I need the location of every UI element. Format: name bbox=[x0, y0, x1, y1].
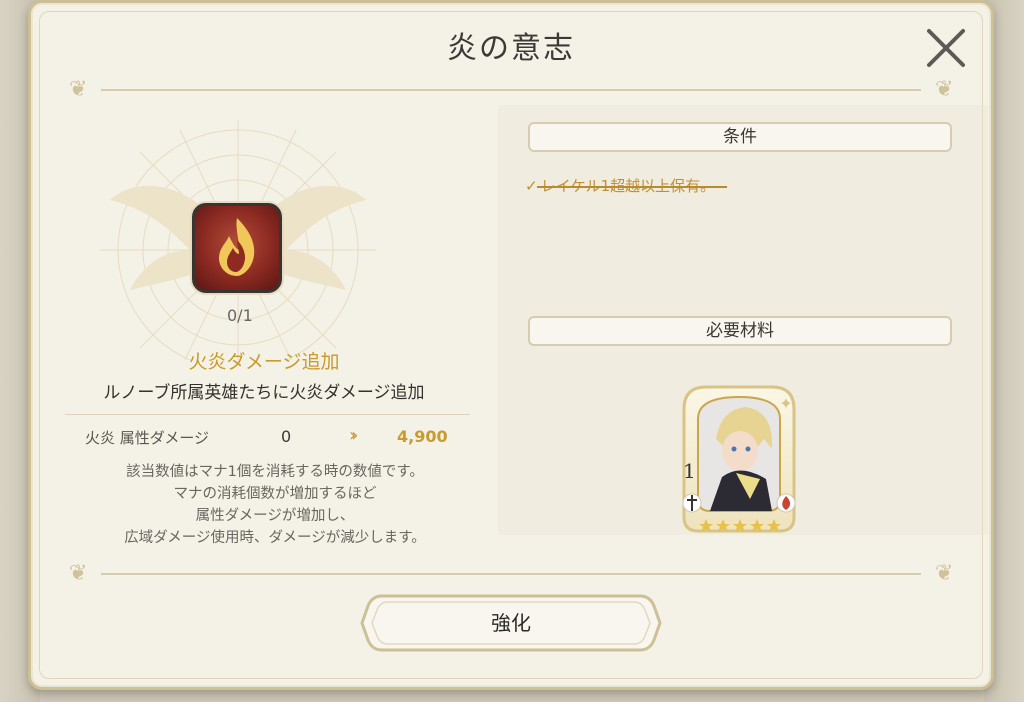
flame-graphic bbox=[219, 218, 255, 276]
top-divider bbox=[101, 89, 921, 91]
stat-current-value: 0 bbox=[281, 427, 292, 446]
skill-level-count: 0/1 bbox=[227, 306, 253, 325]
conditions-header: 条件 bbox=[528, 122, 952, 152]
enhance-button[interactable]: 強化 bbox=[360, 594, 662, 652]
condition-item: ✓ レイケル1超越以上保有。 bbox=[525, 175, 715, 196]
dialog-title: 炎の意志 bbox=[447, 31, 575, 66]
hero-portrait-icon: ✦ bbox=[682, 385, 796, 533]
stat-next-value: 4,900 bbox=[397, 427, 448, 446]
hero-card-count: 1 bbox=[683, 459, 696, 483]
double-chevron-right-icon: ›› bbox=[349, 425, 359, 446]
note-line: マナの消耗個数が増加するほど bbox=[173, 486, 377, 502]
materials-header: 必要材料 bbox=[528, 316, 952, 346]
bottom-divider bbox=[101, 573, 921, 575]
note-line: 属性ダメージが増加し、 bbox=[195, 508, 355, 524]
hero-card[interactable]: ✦ 1 bbox=[676, 379, 802, 537]
ornament-icon: ❦ bbox=[69, 561, 88, 586]
close-button[interactable] bbox=[921, 23, 971, 73]
stat-label: 火炎 属性ダメージ bbox=[85, 429, 210, 447]
enhance-button-label: 強化 bbox=[491, 611, 531, 635]
note-line: 該当数値はマナ1個を消耗する時の数値です。 bbox=[126, 464, 424, 480]
ornament-icon: ❦ bbox=[935, 561, 954, 586]
ornament-icon: ❦ bbox=[69, 77, 88, 102]
fire-flame-icon bbox=[192, 203, 282, 293]
skill-description: ルノーブ所属英雄たちに火炎ダメージ追加 bbox=[103, 383, 425, 403]
svg-text:✦: ✦ bbox=[779, 394, 792, 413]
stat-divider bbox=[65, 414, 470, 415]
condition-text: レイケル1超越以上保有。 bbox=[540, 177, 716, 195]
ornament-icon: ❦ bbox=[935, 77, 954, 102]
skill-name: 火炎ダメージ追加 bbox=[188, 351, 340, 373]
note-line: 広域ダメージ使用時、ダメージが減少します。 bbox=[124, 530, 426, 546]
close-icon bbox=[927, 29, 965, 67]
